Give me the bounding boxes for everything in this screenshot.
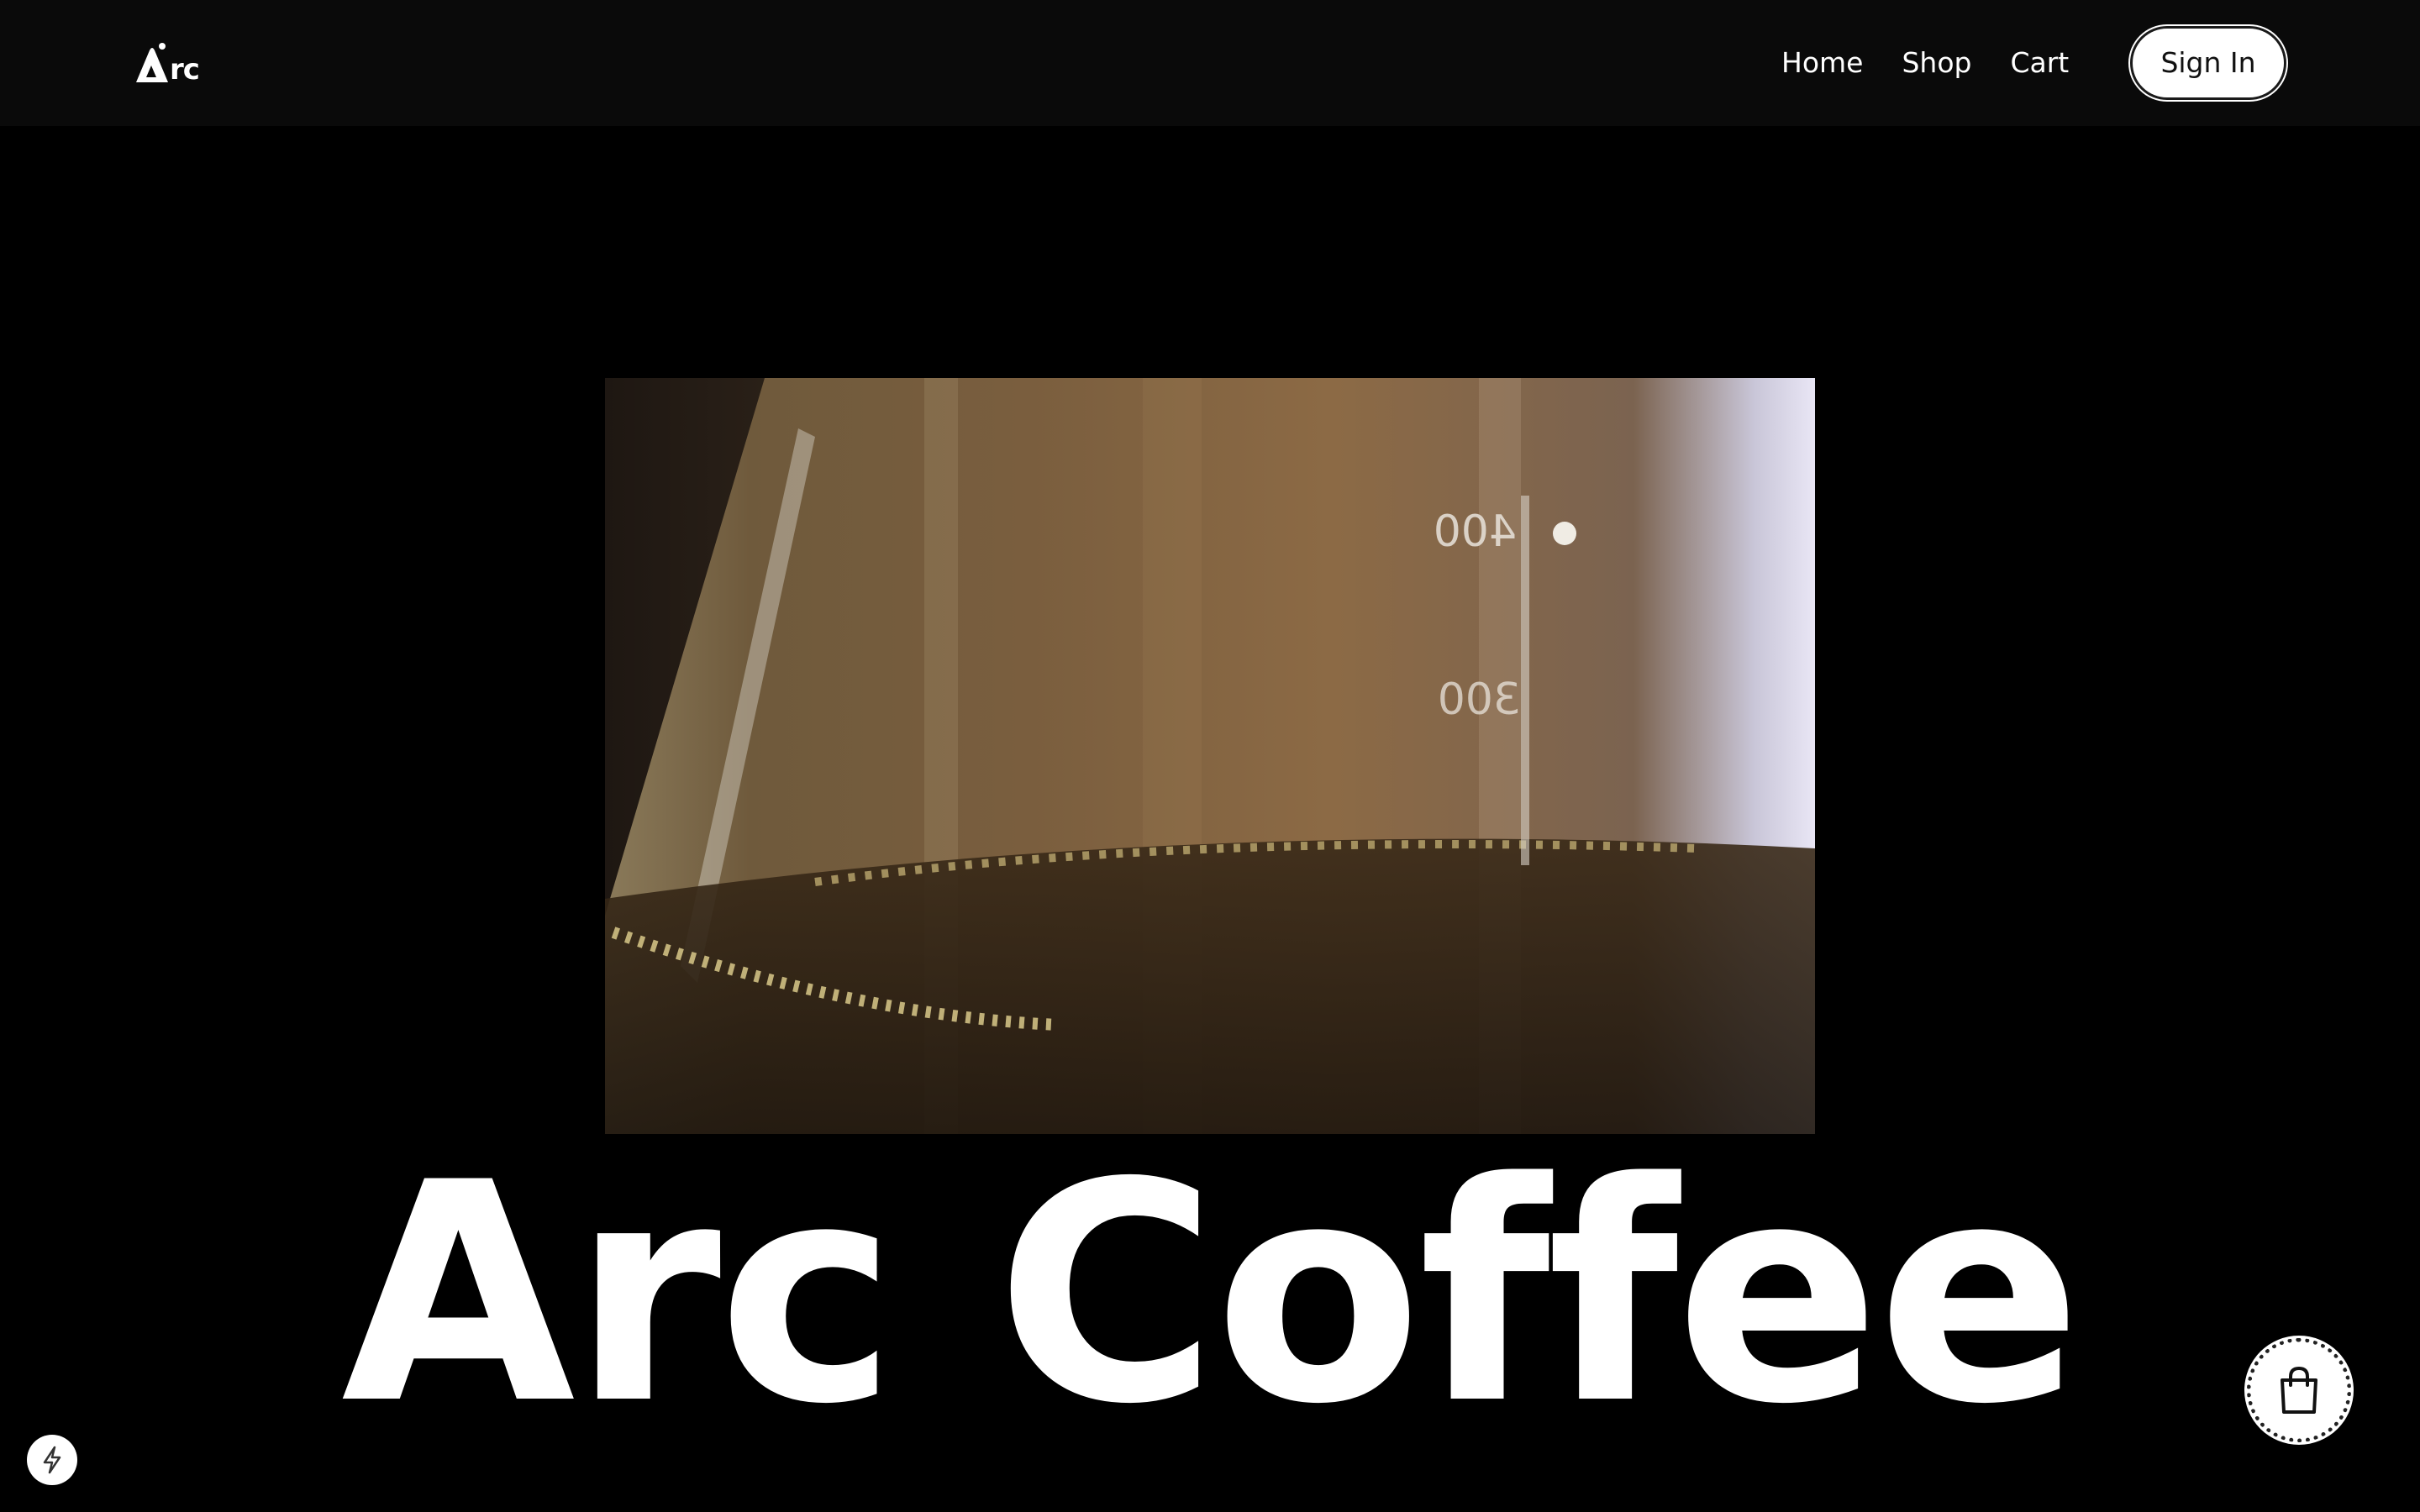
svg-text:400: 400: [1434, 507, 1517, 557]
brand-logo[interactable]: rc: [133, 40, 200, 86]
hero-image: 400 300: [605, 378, 1815, 1134]
lightning-bolt-icon: [43, 1446, 61, 1474]
shopping-bag-icon: [2281, 1366, 2317, 1414]
nav-home-link[interactable]: Home: [1781, 38, 1863, 88]
hero-title: Arc Coffee: [341, 1118, 2082, 1471]
sign-in-button[interactable]: Sign In: [2130, 26, 2286, 100]
svg-text:300: 300: [1438, 675, 1521, 725]
dev-tools-badge[interactable]: [27, 1435, 77, 1485]
site-header: rc Home Shop Cart Sign In: [0, 0, 2420, 126]
logo-text: rc: [170, 53, 200, 87]
floating-cart-button[interactable]: [2247, 1338, 2351, 1442]
nav-cart-link[interactable]: Cart: [2010, 38, 2069, 88]
main-nav: Home Shop Cart: [1781, 38, 2107, 88]
nav-shop-link[interactable]: Shop: [1902, 38, 1971, 88]
coffee-carafe-photo: 400 300: [605, 378, 1815, 1134]
